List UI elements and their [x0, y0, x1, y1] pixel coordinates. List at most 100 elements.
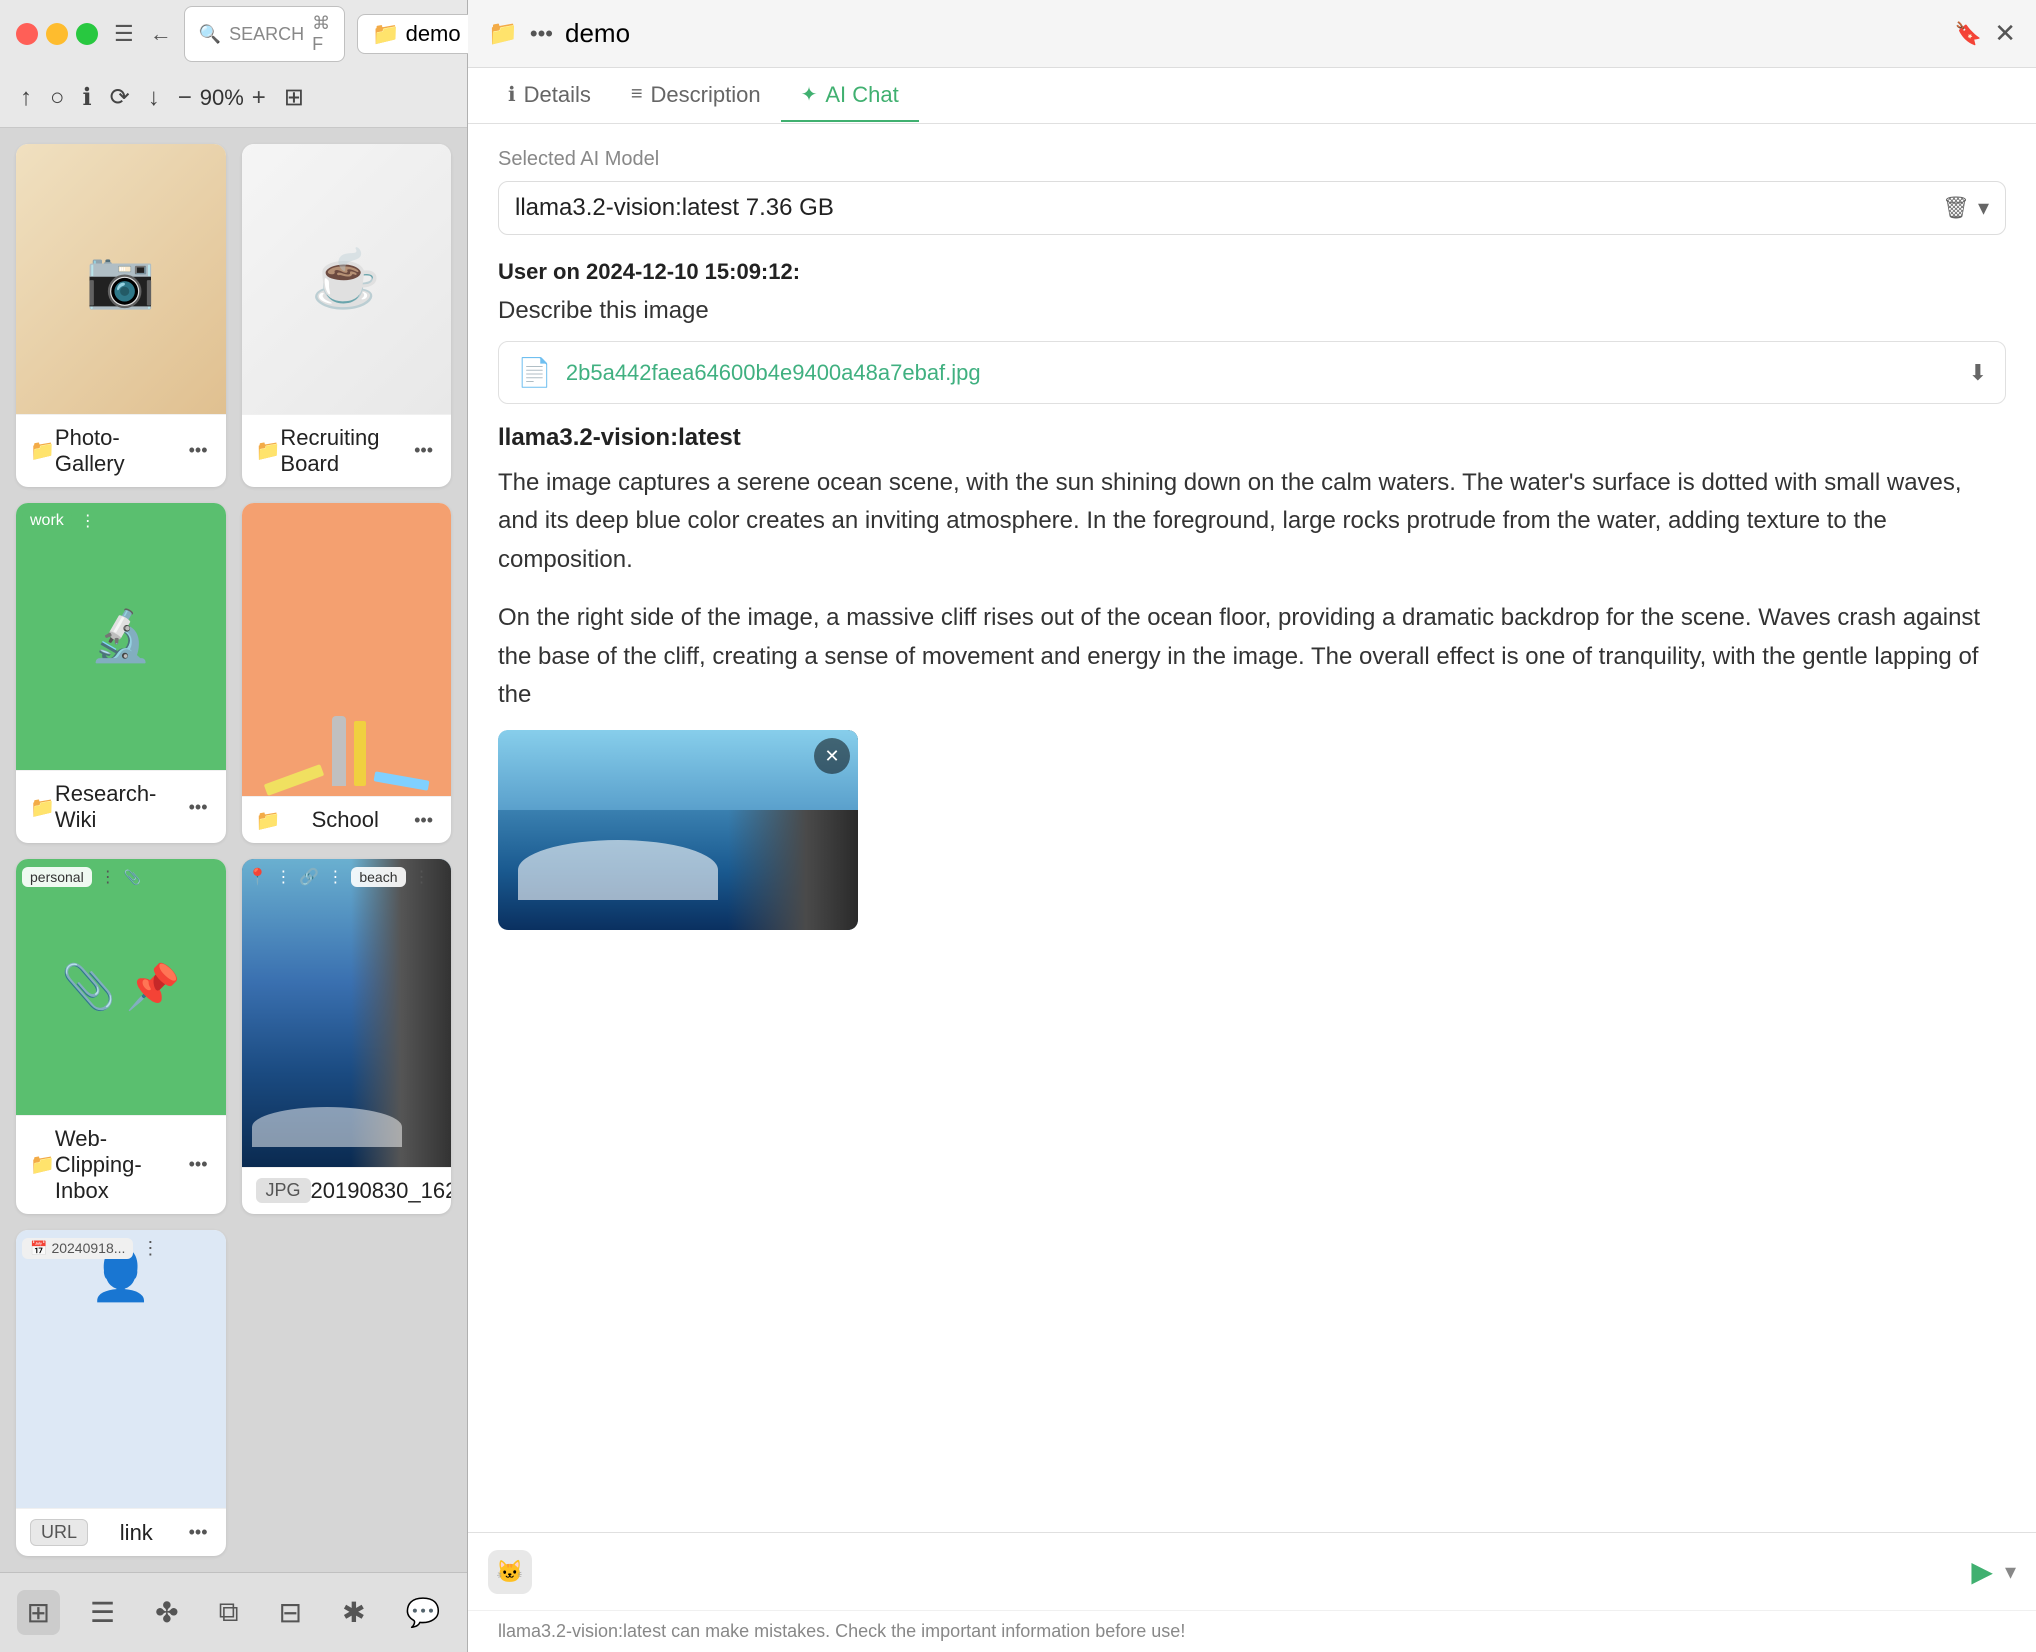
card-footer-webclip: 📁 Web-Clipping-Inbox ••• — [16, 1115, 226, 1214]
card-thumb-link: 👤 📅 20240918... ⋮ — [16, 1230, 226, 1509]
send-button[interactable]: ▶ — [1971, 1555, 1993, 1588]
tab-description[interactable]: ≡ Description — [611, 70, 781, 122]
back-button[interactable]: ← — [150, 21, 172, 47]
research-tag-menu[interactable]: ⋮ — [76, 509, 100, 533]
grid-view-button[interactable]: ⊞ — [17, 1590, 60, 1635]
beach-tag-btn3[interactable]: ⋮ — [410, 865, 434, 889]
upload-button[interactable]: ↑ — [20, 84, 32, 112]
search-bar[interactable]: 🔍 SEARCH ⌘ F — [184, 6, 345, 62]
send-options-button[interactable]: ▾ — [2005, 1559, 2016, 1585]
tab-details-label: Details — [524, 82, 591, 108]
card-thumb-photo-gallery: 📷 — [16, 144, 226, 414]
folder-icon: 📁 — [372, 21, 399, 47]
ai-text-paragraph-2: On the right side of the image, a massiv… — [498, 599, 2006, 714]
zoom-in-button[interactable]: + — [252, 84, 266, 112]
right-title: demo — [565, 18, 1943, 49]
model-selector[interactable]: llama3.2-vision:latest 7.36 GB 🗑 ▾ — [498, 181, 2006, 235]
layout-button[interactable]: ⊞ — [284, 83, 304, 112]
date-chip: 📅 20240918... — [22, 1238, 133, 1259]
model-trash-button[interactable]: 🗑 — [1934, 195, 1978, 221]
card-webclip[interactable]: 📎 📌 personal ⋮ 📎 📁 Web-Clipping-Inbox ••… — [16, 859, 226, 1214]
link-tag-row: 📅 20240918... ⋮ — [22, 1236, 163, 1261]
tab-ai-chat[interactable]: ✦ AI Chat — [781, 70, 919, 122]
card-title-link: link — [120, 1520, 153, 1546]
folder-icon-photo: 📁 — [30, 438, 55, 463]
traffic-lights — [16, 23, 98, 45]
card-research-wiki[interactable]: 🔬 work ⋮ 📁 Research-Wiki ••• — [16, 503, 226, 844]
search-shortcut: ⌘ F — [312, 13, 330, 55]
close-button[interactable]: ✕ — [1994, 18, 2016, 49]
tab-ai-chat-label: AI Chat — [825, 82, 898, 108]
toolbar: ↑ ○ ℹ ⟳ ↓ − 90% + ⊞ — [0, 68, 467, 128]
fullscreen-traffic-light[interactable] — [76, 23, 98, 45]
chat-button[interactable]: 💬 — [396, 1590, 451, 1635]
hamburger-button[interactable]: ☰ — [110, 17, 138, 51]
demo-label: demo — [406, 21, 461, 47]
card-title-photo-gallery: Photo-Gallery — [55, 425, 185, 477]
card-menu-school[interactable]: ••• — [410, 808, 437, 833]
beach-chip: beach — [351, 867, 405, 887]
disclaimer: llama3.2-vision:latest can make mistakes… — [468, 1610, 2036, 1652]
card-thumb-beach: 📍 ⋮ 🔗 ⋮ beach ⋮ — [242, 859, 452, 1167]
file-download-button[interactable]: ⬇ — [1969, 360, 1987, 386]
close-traffic-light[interactable] — [16, 23, 38, 45]
bottom-bar: ⊞ ☰ ✤ ⧉ ⊟ ✱ 💬 — [0, 1572, 467, 1652]
card-menu-photo-gallery[interactable]: ••• — [185, 438, 212, 463]
card-title-recruiting: Recruiting Board — [280, 425, 410, 477]
search-icon: 🔍 — [199, 24, 221, 45]
folder-icon-recruiting: 📁 — [256, 438, 281, 463]
mind-map-button[interactable]: ✱ — [332, 1590, 375, 1635]
circle-button[interactable]: ○ — [50, 84, 65, 112]
beach-tag-btn1[interactable]: ⋮ — [271, 865, 295, 889]
card-photo-gallery[interactable]: 📷 📁 Photo-Gallery ••• — [16, 144, 226, 487]
model-label: Selected AI Model — [498, 148, 2006, 171]
file-attachment[interactable]: 📄 2b5a442faea64600b4e9400a48a7ebaf.jpg ⬇ — [498, 341, 2006, 404]
card-link[interactable]: 👤 📅 20240918... ⋮ URL link ••• — [16, 1230, 226, 1557]
zoom-out-button[interactable]: − — [178, 84, 192, 112]
card-recruiting-board[interactable]: ☕ 📁 Recruiting Board ••• — [242, 144, 452, 487]
card-menu-research[interactable]: ••• — [185, 795, 212, 820]
folder-icon-research: 📁 — [30, 795, 55, 820]
demo-tag[interactable]: 📁 demo — [357, 14, 475, 54]
ai-text-paragraph-1: The image captures a serene ocean scene,… — [498, 464, 2006, 579]
card-beach-photo[interactable]: 📍 ⋮ 🔗 ⋮ beach ⋮ JPG 20190830_162825 ••• — [242, 859, 452, 1214]
details-icon: ℹ — [508, 82, 516, 107]
info-button[interactable]: ℹ — [83, 83, 92, 112]
webclip-tag-menu[interactable]: ⋮ — [96, 865, 120, 889]
work-chip: work — [22, 510, 72, 532]
description-icon: ≡ — [631, 83, 643, 106]
card-menu-recruiting[interactable]: ••• — [410, 438, 437, 463]
chat-input-bar: 🐱 ▶ ▾ — [468, 1532, 2036, 1610]
beach-tag-btn2[interactable]: ⋮ — [323, 865, 347, 889]
list-view-button[interactable]: ☰ — [80, 1590, 125, 1635]
search-label: SEARCH — [229, 24, 304, 45]
folder-icon-webclip: 📁 — [30, 1152, 55, 1177]
card-menu-webclip[interactable]: ••• — [185, 1152, 212, 1177]
research-tag-row: work ⋮ — [22, 509, 100, 533]
chat-input[interactable] — [544, 1559, 1959, 1585]
right-tabs: ℹ Details ≡ Description ✦ AI Chat — [468, 68, 2036, 124]
refresh-button[interactable]: ⟳ — [110, 83, 130, 112]
card-menu-link[interactable]: ••• — [185, 1520, 212, 1545]
titlebar: ☰ ← 🔍 SEARCH ⌘ F 📁 demo ••• — [0, 0, 467, 68]
ai-response: llama3.2-vision:latest The image capture… — [498, 424, 2006, 937]
shutter-button[interactable]: ✤ — [145, 1590, 188, 1635]
card-school[interactable]: 📁 School ••• — [242, 503, 452, 844]
card-footer-recruiting: 📁 Recruiting Board ••• — [242, 414, 452, 487]
card-footer-beach: JPG 20190830_162825 ••• — [242, 1167, 452, 1214]
right-panel: 📁 ••• demo 🔖 ✕ ℹ Details ≡ Description ✦… — [468, 0, 2036, 1652]
cards-grid: 📷 📁 Photo-Gallery ••• ☕ 📁 Recruiting Boa… — [0, 128, 467, 1572]
folder-options-button[interactable]: ••• — [530, 21, 553, 47]
bookmark-button[interactable]: 🔖 — [1955, 21, 1982, 47]
model-arrow-button[interactable]: ▾ — [1978, 195, 1989, 221]
map-button[interactable]: ⧉ — [209, 1590, 249, 1635]
beach-tag-row: 📍 ⋮ 🔗 ⋮ beach ⋮ — [248, 865, 434, 889]
link-tag-menu[interactable]: ⋮ — [137, 1236, 163, 1261]
card-title-school: School — [312, 807, 379, 833]
minimize-traffic-light[interactable] — [46, 23, 68, 45]
tab-details[interactable]: ℹ Details — [488, 70, 611, 122]
download-button[interactable]: ↓ — [148, 84, 160, 112]
right-titlebar: 📁 ••• demo 🔖 ✕ — [468, 0, 2036, 68]
chat-avatar: 🐱 — [488, 1550, 532, 1594]
kanban-button[interactable]: ⊟ — [269, 1590, 312, 1635]
